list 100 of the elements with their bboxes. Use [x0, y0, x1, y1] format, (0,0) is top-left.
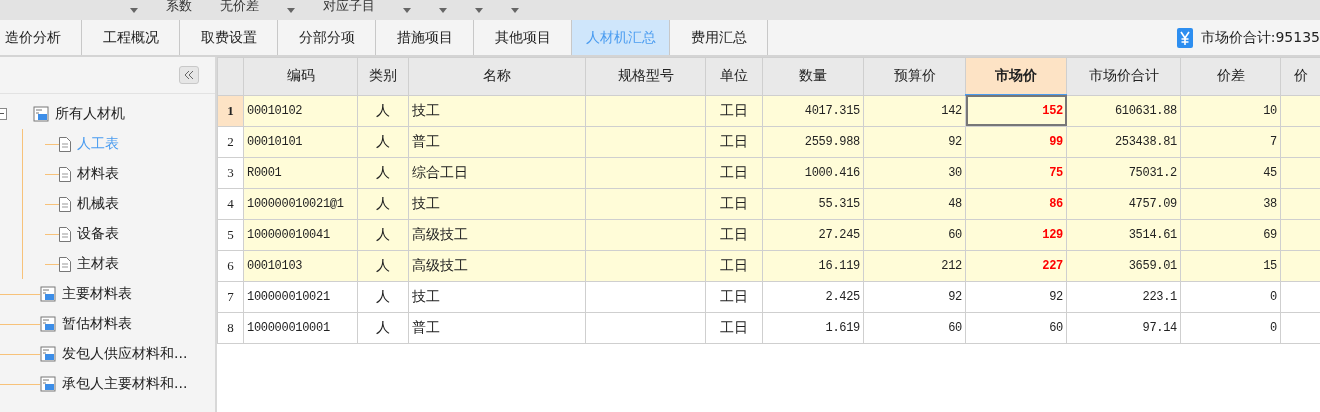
tree-item[interactable]: 承包人主要材料和...: [56, 375, 188, 393]
tree-item[interactable]: 主材表: [71, 255, 119, 273]
document-icon: [59, 226, 71, 242]
caret-icon[interactable]: [439, 7, 447, 13]
table-cell: 4017.315: [762, 95, 864, 126]
caret-icon[interactable]: [130, 7, 138, 13]
table-cell: 15: [1180, 250, 1281, 281]
table-cell: 人: [357, 219, 409, 250]
table-cell: 1.619: [762, 312, 864, 343]
table-cell: 人: [357, 126, 409, 157]
tree-item[interactable]: 材料表: [71, 165, 119, 183]
column-header[interactable]: 数量: [762, 57, 864, 95]
column-header[interactable]: 预算价: [863, 57, 966, 95]
caret-icon[interactable]: [403, 7, 411, 13]
toolbar-label[interactable]: 系数: [166, 0, 192, 13]
column-header[interactable]: 价: [1280, 57, 1320, 95]
table-cell: R0001: [243, 157, 358, 188]
table-folder-icon: [40, 346, 56, 362]
tree-item[interactable]: 所有人材机: [49, 105, 125, 123]
table-cell: 工日: [705, 95, 763, 126]
table-cell: 2559.988: [762, 126, 864, 157]
tree-item[interactable]: 机械表: [71, 195, 119, 213]
table-cell: 16.119: [762, 250, 864, 281]
table-cell: 60: [863, 312, 966, 343]
row-number[interactable]: 8: [217, 312, 244, 343]
table-cell: 3659.01: [1066, 250, 1181, 281]
table-cell: 223.1: [1066, 281, 1181, 312]
table-cell: 100000010001: [243, 312, 358, 343]
row-number[interactable]: 1: [217, 95, 244, 126]
table-cell: 60: [863, 219, 966, 250]
table-cell: 00010103: [243, 250, 358, 281]
column-header[interactable]: 类别: [357, 57, 409, 95]
table-cell: 38: [1180, 188, 1281, 219]
chevrons-left-icon: [184, 71, 194, 79]
table-cell: 人: [357, 281, 409, 312]
column-header[interactable]: 市场价: [965, 57, 1067, 95]
table-cell: 129: [965, 219, 1067, 250]
table-cell: 技工: [408, 281, 586, 312]
table-cell: 99: [965, 126, 1067, 157]
table-cell: 技工: [408, 188, 586, 219]
table-cell: 10: [1180, 95, 1281, 126]
row-number[interactable]: 5: [217, 219, 244, 250]
document-icon: [59, 256, 71, 272]
table-cell: 工日: [705, 157, 763, 188]
table-cell: 100000010021@1: [243, 188, 358, 219]
tree-item[interactable]: 暂估材料表: [56, 315, 132, 333]
column-header[interactable]: 单位: [705, 57, 763, 95]
market-price-total: 市场价合计:95135: [1200, 28, 1320, 47]
table-cell: 0: [1180, 281, 1281, 312]
table-folder-icon: [40, 286, 56, 302]
table-cell: 75031.2: [1066, 157, 1181, 188]
table-cell: 55.315: [762, 188, 864, 219]
row-number[interactable]: 2: [217, 126, 244, 157]
table-cell: 人: [357, 250, 409, 281]
toolbar-label[interactable]: 无价差: [220, 0, 259, 13]
table-folder-icon: [40, 316, 56, 332]
table-cell: 人: [357, 157, 409, 188]
row-number[interactable]: 6: [217, 250, 244, 281]
row-number[interactable]: 3: [217, 157, 244, 188]
table-cell: 152: [965, 95, 1067, 126]
table-cell: 610631.88: [1066, 95, 1181, 126]
table-cell: 48: [863, 188, 966, 219]
table-cell: 高级技工: [408, 250, 586, 281]
caret-icon[interactable]: [287, 7, 295, 13]
table-cell: 253438.81: [1066, 126, 1181, 157]
table-cell: 75: [965, 157, 1067, 188]
table-cell: 人: [357, 312, 409, 343]
table-cell: 00010102: [243, 95, 358, 126]
table-cell: 142: [863, 95, 966, 126]
tree-item[interactable]: 设备表: [71, 225, 119, 243]
tree-item[interactable]: 主要材料表: [56, 285, 132, 303]
row-number[interactable]: 7: [217, 281, 244, 312]
caret-icon[interactable]: [511, 7, 519, 13]
table-cell: 普工: [408, 312, 586, 343]
table-cell: 技工: [408, 95, 586, 126]
column-header[interactable]: 名称: [408, 57, 586, 95]
table-cell: 工日: [705, 188, 763, 219]
table-cell: 人: [357, 188, 409, 219]
table-cell: 100000010021: [243, 281, 358, 312]
collapse-button[interactable]: [179, 66, 199, 84]
table-cell: 212: [863, 250, 966, 281]
yen-icon: [1176, 27, 1193, 48]
row-number[interactable]: 4: [217, 188, 244, 219]
table-cell: 1000.416: [762, 157, 864, 188]
column-header[interactable]: 规格型号: [585, 57, 706, 95]
table-cell: 100000010041: [243, 219, 358, 250]
table-cell: 综合工日: [408, 157, 586, 188]
column-header[interactable]: 编码: [243, 57, 358, 95]
table-cell: 3514.61: [1066, 219, 1181, 250]
caret-icon[interactable]: [475, 7, 483, 13]
column-header[interactable]: 市场价合计: [1066, 57, 1181, 95]
table-cell: 普工: [408, 126, 586, 157]
table-folder-icon: [33, 106, 49, 122]
document-icon: [59, 136, 71, 152]
table-cell: 69: [1180, 219, 1281, 250]
table-cell: 97.14: [1066, 312, 1181, 343]
column-header[interactable]: 价差: [1180, 57, 1281, 95]
tree-item[interactable]: 发包人供应材料和...: [56, 345, 188, 363]
table-cell: 227: [965, 250, 1067, 281]
table-cell: 92: [863, 126, 966, 157]
